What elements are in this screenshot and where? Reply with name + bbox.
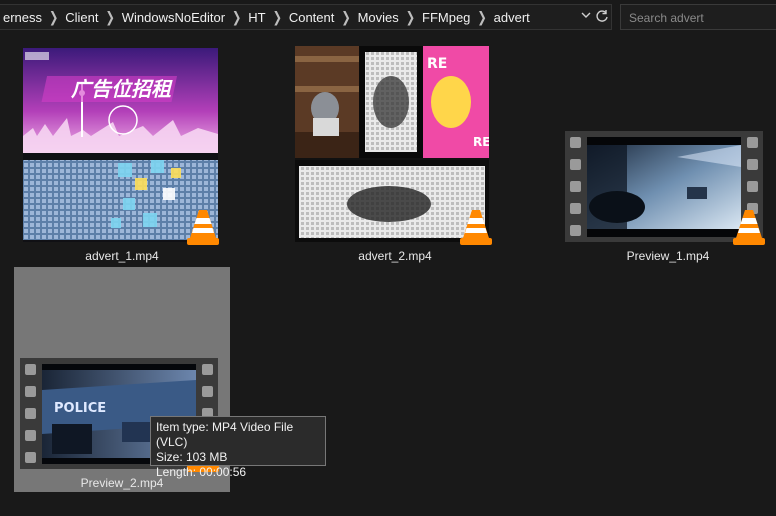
breadcrumb-item[interactable]: Client xyxy=(62,10,101,25)
file-name[interactable]: Preview_1.mp4 xyxy=(560,249,776,263)
breadcrumb-item[interactable]: HT xyxy=(245,10,268,25)
vlc-cone-icon xyxy=(732,208,766,246)
breadcrumb: erness ❯ Client ❯ WindowsNoEditor ❯ HT ❯ Con… xyxy=(0,5,533,29)
file-item-advert-2[interactable]: RE RE advert_2.mp4 xyxy=(287,40,503,265)
chevron-down-icon[interactable] xyxy=(578,9,594,25)
vlc-cone-icon xyxy=(459,208,493,246)
tooltip-size: Size: 103 MB xyxy=(156,450,228,464)
chevron-right-icon[interactable]: ❯ xyxy=(473,9,490,26)
file-item-preview-1[interactable]: Preview_1.mp4 xyxy=(560,40,776,265)
breadcrumb-item[interactable]: WindowsNoEditor xyxy=(119,10,228,25)
chevron-right-icon[interactable]: ❯ xyxy=(45,9,62,26)
tooltip-length: Length: 00:00:56 xyxy=(156,465,247,479)
refresh-icon[interactable] xyxy=(594,9,610,25)
breadcrumb-item[interactable]: FFMpeg xyxy=(419,10,473,25)
search-placeholder[interactable]: Search advert xyxy=(629,11,704,25)
breadcrumb-item-current[interactable]: advert xyxy=(491,10,533,25)
tooltip-item-type: Item type: MP4 Video File (VLC) xyxy=(156,420,294,449)
breadcrumb-item[interactable]: erness xyxy=(0,10,45,25)
chevron-right-icon[interactable]: ❯ xyxy=(337,9,354,26)
chevron-right-icon[interactable]: ❯ xyxy=(102,9,119,26)
svg-text:RE: RE xyxy=(473,135,489,149)
chevron-right-icon[interactable]: ❯ xyxy=(269,9,286,26)
file-name[interactable]: advert_2.mp4 xyxy=(287,249,503,263)
search-box[interactable]: Search advert xyxy=(620,4,776,30)
thumbnail-sign-text: POLICE xyxy=(54,401,106,416)
svg-text:RE: RE xyxy=(427,56,447,72)
thumbnail-banner-text: 广告位招租 xyxy=(71,77,173,101)
chevron-right-icon[interactable]: ❯ xyxy=(402,9,419,26)
breadcrumb-item[interactable]: Movies xyxy=(355,10,402,25)
chevron-right-icon[interactable]: ❯ xyxy=(228,9,245,26)
address-bar[interactable]: erness ❯ Client ❯ WindowsNoEditor ❯ HT ❯ Con… xyxy=(0,4,612,30)
file-name[interactable]: advert_1.mp4 xyxy=(14,249,230,263)
file-info-tooltip: Item type: MP4 Video File (VLC) Size: 10… xyxy=(150,416,326,479)
vlc-cone-icon xyxy=(186,208,220,246)
breadcrumb-item[interactable]: Content xyxy=(286,10,338,25)
file-item-advert-1[interactable]: 广告位招租 advert_1.mp4 xyxy=(14,40,230,265)
